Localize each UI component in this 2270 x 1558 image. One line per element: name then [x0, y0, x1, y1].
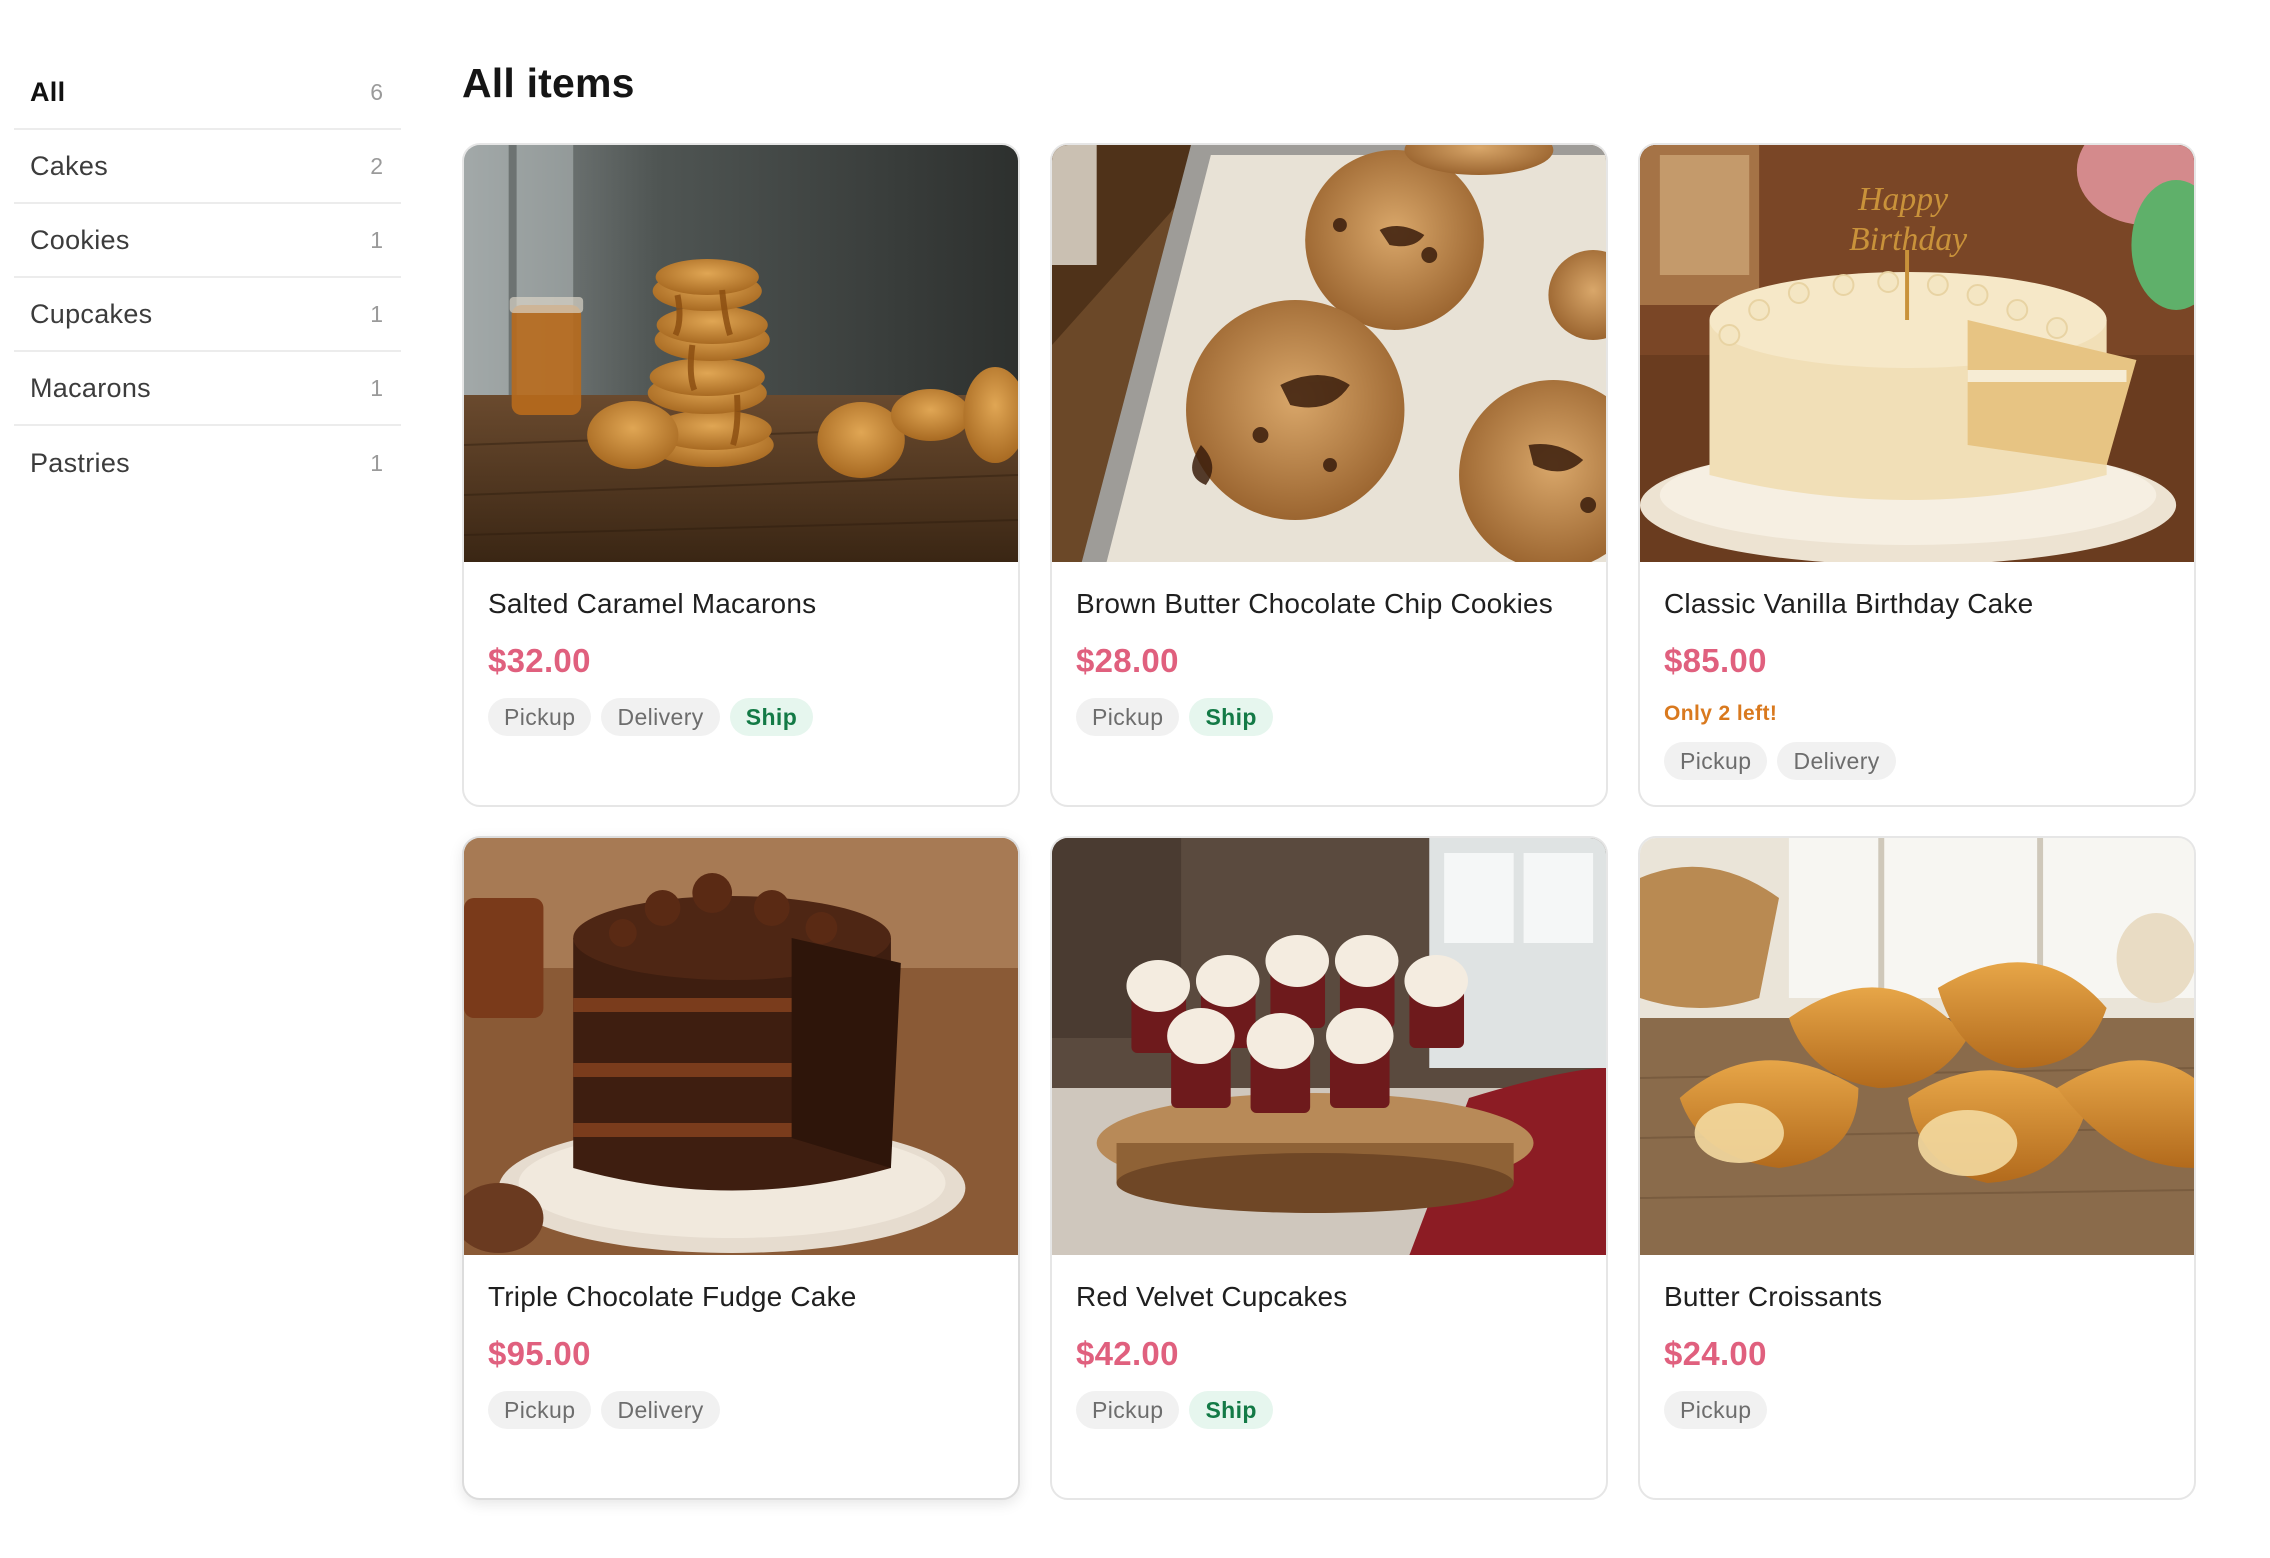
page-title: All items — [462, 60, 635, 106]
product-card[interactable]: Brown Butter Chocolate Chip Cookies $28.… — [1050, 143, 1608, 807]
fulfillment-tags: Pickup Delivery Ship — [488, 698, 994, 736]
shop-page: All 6 Cakes 2 Cookies 1 Cupcakes 1 Macar… — [0, 0, 2270, 1558]
sidebar-item-label: Macarons — [30, 372, 151, 403]
tag-pickup: Pickup — [488, 698, 592, 736]
sidebar-item-count: 1 — [370, 226, 383, 253]
fulfillment-tags: Pickup Ship — [1076, 1391, 1582, 1429]
fulfillment-tags: Pickup — [1664, 1391, 2170, 1429]
product-name: Red Velvet Cupcakes — [1076, 1281, 1348, 1312]
sidebar-item-label: Cookies — [30, 224, 130, 255]
product-card[interactable]: Salted Caramel Macarons $32.00 Pickup De… — [462, 143, 1020, 807]
product-price: $32.00 — [488, 642, 591, 679]
product-name: Classic Vanilla Birthday Cake — [1664, 588, 2034, 619]
product-grid: Salted Caramel Macarons $32.00 Pickup De… — [462, 143, 2196, 1500]
sidebar-item-cookies[interactable]: Cookies 1 — [14, 204, 401, 278]
sidebar-item-label: Pastries — [30, 447, 130, 478]
product-card[interactable]: Happy Birthday Classic Vanilla Birthday … — [1638, 143, 2196, 807]
sidebar-item-cakes[interactable]: Cakes 2 — [14, 130, 401, 204]
croissants-photo — [1640, 838, 2194, 1255]
chocolate-cake-photo — [464, 838, 1018, 1255]
fulfillment-tags: Pickup Delivery — [488, 1391, 994, 1429]
product-card[interactable]: Butter Croissants $24.00 Pickup — [1638, 836, 2196, 1500]
tag-delivery: Delivery — [1777, 742, 1896, 780]
tag-delivery: Delivery — [601, 698, 720, 736]
sidebar-item-all[interactable]: All 6 — [14, 56, 401, 130]
product-price: $24.00 — [1664, 1335, 1767, 1372]
birthday-cake-photo: Happy Birthday — [1640, 145, 2194, 562]
product-price: $95.00 — [488, 1335, 591, 1372]
product-name: Salted Caramel Macarons — [488, 588, 817, 619]
sidebar-item-macarons[interactable]: Macarons 1 — [14, 352, 401, 426]
sidebar-item-count: 1 — [370, 449, 383, 476]
tag-delivery: Delivery — [601, 1391, 720, 1429]
fulfillment-tags: Pickup Ship — [1076, 698, 1582, 736]
product-name: Triple Chocolate Fudge Cake — [488, 1281, 857, 1312]
product-card[interactable]: Triple Chocolate Fudge Cake $95.00 Picku… — [462, 836, 1020, 1500]
tag-pickup: Pickup — [1076, 698, 1180, 736]
sidebar-item-count: 1 — [370, 374, 383, 401]
sidebar-item-cupcakes[interactable]: Cupcakes 1 — [14, 278, 401, 352]
sidebar-item-label: All — [30, 76, 66, 107]
category-sidebar: All 6 Cakes 2 Cookies 1 Cupcakes 1 Macar… — [14, 56, 401, 500]
sidebar-item-pastries[interactable]: Pastries 1 — [14, 426, 401, 500]
tag-pickup: Pickup — [1664, 742, 1768, 780]
sidebar-item-label: Cupcakes — [30, 298, 153, 329]
svg-text:Happy: Happy — [1857, 181, 1949, 218]
product-price: $85.00 — [1664, 642, 1767, 679]
low-stock-notice: Only 2 left! — [1664, 702, 1778, 725]
product-name: Brown Butter Chocolate Chip Cookies — [1076, 588, 1554, 619]
cookies-photo — [1052, 145, 1606, 562]
tag-ship: Ship — [1189, 1391, 1273, 1429]
product-card[interactable]: Red Velvet Cupcakes $42.00 Pickup Ship — [1050, 836, 1608, 1500]
tag-pickup: Pickup — [1664, 1391, 1768, 1429]
macarons-photo — [464, 145, 1018, 562]
product-name: Butter Croissants — [1664, 1281, 1883, 1312]
sidebar-item-count: 6 — [370, 78, 383, 105]
sidebar-item-count: 2 — [370, 152, 383, 179]
tag-pickup: Pickup — [488, 1391, 592, 1429]
sidebar-item-count: 1 — [370, 300, 383, 327]
tag-ship: Ship — [729, 698, 814, 736]
tag-pickup: Pickup — [1076, 1391, 1180, 1429]
product-price: $28.00 — [1076, 642, 1179, 679]
tag-ship: Ship — [1189, 698, 1273, 736]
sidebar-item-label: Cakes — [30, 150, 109, 181]
fulfillment-tags: Pickup Delivery — [1664, 742, 2170, 780]
product-price: $42.00 — [1076, 1335, 1179, 1372]
cupcakes-photo — [1052, 838, 1606, 1255]
